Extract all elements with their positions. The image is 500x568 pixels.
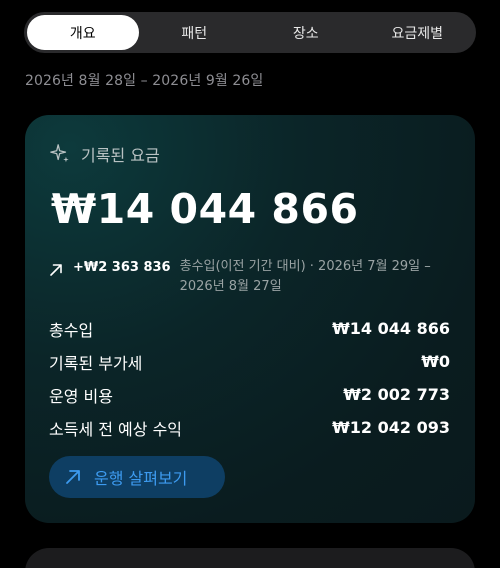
row-label: 기록된 부가세 — [49, 353, 143, 373]
row-label: 총수입 — [49, 320, 94, 340]
breakdown-list: 총수입 ₩14 044 866 기록된 부가세 ₩0 운영 비용 ₩2 002 … — [49, 312, 450, 444]
card-title: 기록된 요금 — [81, 146, 160, 165]
tab-patterns[interactable]: 패턴 — [139, 15, 251, 50]
row-label: 운영 비용 — [49, 386, 113, 406]
row-recorded-vat: 기록된 부가세 ₩0 — [49, 345, 450, 378]
segmented-tabs: 개요 패턴 장소 요금제별 — [24, 12, 476, 53]
tab-places[interactable]: 장소 — [250, 15, 362, 50]
row-value: ₩14 044 866 — [332, 319, 450, 338]
row-gross-income: 총수입 ₩14 044 866 — [49, 312, 450, 345]
row-label: 소득세 전 예상 수익 — [49, 419, 183, 439]
explore-trips-label: 운행 살펴보기 — [94, 469, 188, 488]
total-amount: ₩14 044 866 — [51, 185, 359, 233]
arrow-up-right-icon — [66, 470, 80, 484]
row-operating-cost: 운영 비용 ₩2 002 773 — [49, 378, 450, 411]
explore-trips-button[interactable]: 운행 살펴보기 — [49, 456, 225, 498]
delta-row: +₩2 363 836 총수입(이전 기간 대비) · 2026년 7월 29일… — [49, 257, 449, 297]
next-card-peek — [25, 548, 475, 568]
card-header: 기록된 요금 — [49, 142, 160, 166]
row-value: ₩0 — [421, 352, 450, 371]
tab-overview[interactable]: 개요 — [27, 15, 139, 50]
row-value: ₩12 042 093 — [332, 418, 450, 437]
delta-description: 총수입(이전 기간 대비) · 2026년 7월 29일 – 2026년 8월 … — [179, 259, 431, 294]
sparkle-icon — [50, 144, 69, 163]
recorded-fares-card: 기록된 요금 ₩14 044 866 +₩2 363 836 총수입(이전 기간… — [25, 115, 475, 523]
row-estimated-pretax-profit: 소득세 전 예상 수익 ₩12 042 093 — [49, 411, 450, 444]
row-value: ₩2 002 773 — [343, 385, 450, 404]
arrow-up-right-icon — [50, 264, 62, 276]
date-range: 2026년 8월 28일 – 2026년 9월 26일 — [25, 73, 264, 89]
tab-by-plan[interactable]: 요금제별 — [362, 15, 474, 50]
delta-value: +₩2 363 836 — [73, 260, 171, 275]
